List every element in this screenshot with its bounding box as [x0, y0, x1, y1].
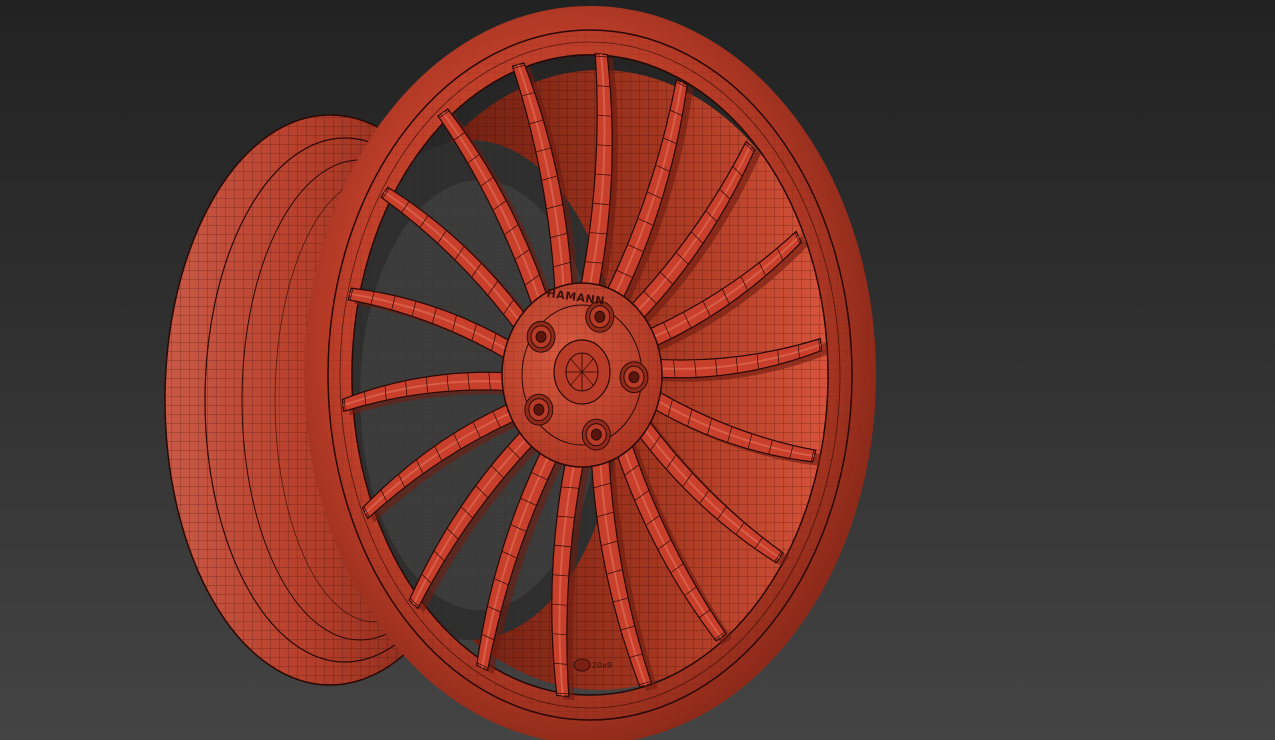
viewport-scene[interactable]: HAMANN 20x9	[0, 0, 1275, 740]
lug-nut-bore	[628, 371, 640, 384]
lug-nut[interactable]	[524, 393, 554, 426]
lug-nut[interactable]	[526, 320, 556, 353]
lug-nut-bore	[535, 330, 547, 343]
rim-stamp-mark: 20x9	[573, 658, 612, 672]
lug-nut[interactable]	[581, 418, 611, 451]
rim-stamp-label: 20x9	[592, 661, 612, 670]
lug-nut[interactable]	[619, 361, 649, 394]
lug-nut-bore	[533, 403, 545, 416]
lug-nut-bore	[590, 428, 602, 441]
3d-viewport[interactable]: HAMANN 20x9	[0, 0, 1275, 740]
lug-nut-bore	[594, 310, 606, 323]
